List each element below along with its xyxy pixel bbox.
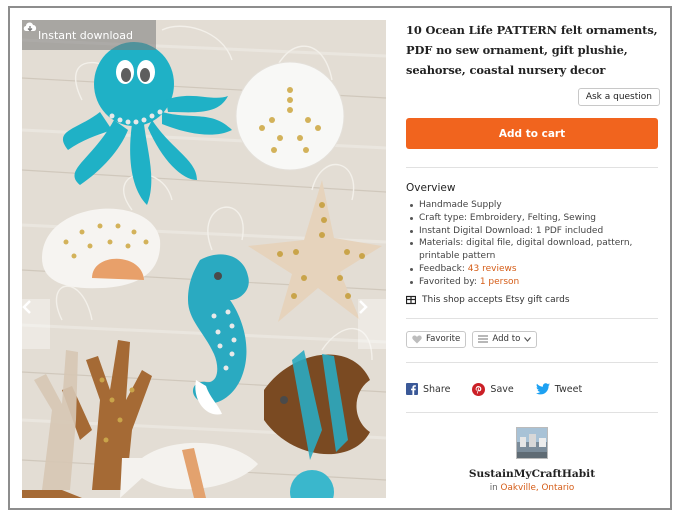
gift-card-note: This shop accepts Etsy gift cards: [406, 295, 660, 305]
heart-icon: [412, 335, 422, 344]
list-item: Feedback: 43 reviews: [406, 263, 660, 276]
pinterest-save-button[interactable]: Save: [472, 382, 514, 396]
shop-card: SustainMyCraftHabit in Oakville, Ontario: [406, 426, 658, 493]
facebook-icon: [406, 383, 418, 396]
twitter-tweet-button[interactable]: Tweet: [535, 383, 583, 395]
favorited-label: Favorited by:: [419, 276, 480, 287]
divider: [406, 167, 658, 168]
divider: [406, 411, 658, 413]
divider: [406, 317, 658, 319]
chevron-down-icon: [524, 336, 532, 342]
listing-title: 10 Ocean Life PATTERN felt ornaments, PD…: [406, 23, 658, 77]
feedback-label: Feedback:: [419, 263, 468, 274]
list-item: Materials: digital file, digital downloa…: [406, 237, 660, 263]
favorite-label: Favorite: [426, 334, 461, 345]
gift-card-icon: [406, 295, 416, 304]
prev-image-button[interactable]: [22, 299, 50, 349]
list-item: Favorited by: 1 person: [406, 276, 660, 289]
share-bar: Share Save Tweet: [406, 382, 660, 396]
shop-location-prefix: in: [489, 482, 501, 493]
next-image-button[interactable]: [358, 299, 386, 349]
listing-frame: Instant download 10 Ocean Life PATTERN f…: [8, 6, 672, 510]
pinterest-icon: [472, 382, 486, 396]
ornaments-photo: [22, 20, 386, 498]
gift-card-label: This shop accepts Etsy gift cards: [422, 294, 570, 305]
favorite-button[interactable]: Favorite: [406, 330, 467, 348]
add-to-cart-button[interactable]: Add to cart: [406, 118, 658, 149]
listing-info: 10 Ocean Life PATTERN felt ornaments, PD…: [406, 20, 660, 493]
list-item: Craft type: Embroidery, Felting, Sewing: [406, 212, 660, 225]
shop-location: in Oakville, Ontario: [406, 483, 658, 493]
facebook-share-button[interactable]: Share: [406, 383, 451, 396]
chevron-left-icon: [22, 300, 31, 314]
twitter-icon: [535, 383, 550, 395]
add-to-list-button[interactable]: Add to: [472, 330, 538, 348]
list-item: Instant Digital Download: 1 PDF included: [406, 225, 660, 238]
divider: [406, 361, 658, 363]
listing-image[interactable]: Instant download: [22, 20, 386, 498]
twitter-tweet-label: Tweet: [554, 383, 583, 395]
shop-name[interactable]: SustainMyCraftHabit: [406, 468, 658, 480]
favorited-link[interactable]: 1 person: [480, 277, 519, 287]
instant-download-badge: Instant download: [22, 20, 156, 50]
list-icon: [478, 335, 489, 343]
reviews-link[interactable]: 43 reviews: [468, 264, 517, 274]
chevron-right-icon: [359, 300, 368, 314]
list-item: Handmade Supply: [406, 199, 660, 212]
shop-location-link[interactable]: Oakville, Ontario: [501, 483, 575, 493]
overview-heading: Overview: [406, 182, 456, 194]
ask-question-button[interactable]: Ask a question: [577, 88, 660, 106]
instant-download-label: Instant download: [38, 28, 133, 42]
pinterest-save-label: Save: [490, 383, 514, 395]
add-to-label: Add to: [492, 334, 521, 345]
shop-avatar[interactable]: [516, 426, 548, 459]
overview-list: Handmade Supply Craft type: Embroidery, …: [406, 199, 660, 289]
cloud-download-icon: [23, 22, 37, 32]
facebook-share-label: Share: [423, 383, 451, 395]
shop-avatar-image: [517, 427, 547, 458]
